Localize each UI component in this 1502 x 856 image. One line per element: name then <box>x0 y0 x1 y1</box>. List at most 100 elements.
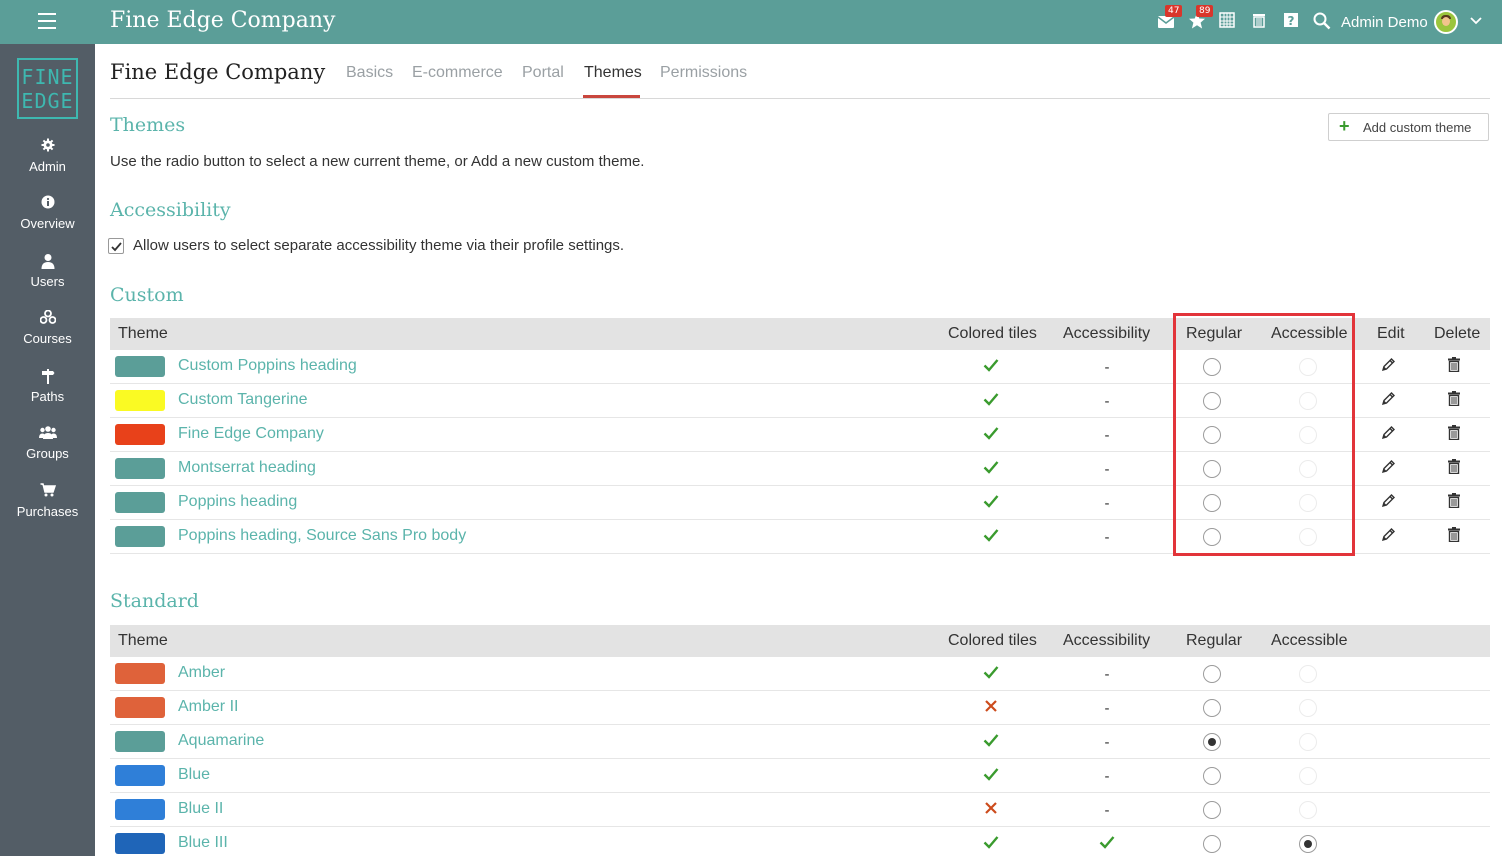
accessibility-theme-checkbox[interactable] <box>108 238 124 254</box>
check-icon <box>983 835 999 854</box>
company-logo[interactable]: FINE EDGE <box>17 58 78 119</box>
regular-radio[interactable] <box>1203 460 1221 478</box>
colored-tiles-value <box>941 520 1041 554</box>
table-row: Fine Edge Company - <box>110 418 1490 452</box>
colored-tiles-value <box>941 827 1041 856</box>
regular-radio[interactable] <box>1203 835 1221 853</box>
column-edit: Edit <box>1377 325 1405 342</box>
trash-icon[interactable] <box>1251 12 1271 32</box>
sidebar-item-admin[interactable]: Admin <box>0 138 95 176</box>
accessible-radio-cell <box>1278 827 1338 856</box>
regular-radio[interactable] <box>1203 426 1221 444</box>
theme-name-link[interactable]: Blue <box>178 766 210 784</box>
accessible-radio[interactable] <box>1299 460 1317 478</box>
dash-text: - <box>1104 528 1110 546</box>
edit-cell <box>1372 418 1404 452</box>
pencil-icon[interactable] <box>1380 459 1396 480</box>
trash-icon[interactable] <box>1447 357 1461 377</box>
theme-name-link[interactable]: Blue III <box>178 834 228 852</box>
trash-icon[interactable] <box>1447 527 1461 547</box>
regular-radio[interactable] <box>1203 494 1221 512</box>
accessible-radio[interactable] <box>1299 528 1317 546</box>
regular-radio[interactable] <box>1203 801 1221 819</box>
mail-icon[interactable]: 47 <box>1157 5 1183 32</box>
theme-name-link[interactable]: Amber II <box>178 698 238 716</box>
table-header: Theme Colored tiles Accessibility Regula… <box>110 625 1490 657</box>
tab-ecommerce[interactable]: E-commerce <box>412 64 503 82</box>
tab-permissions[interactable]: Permissions <box>660 64 747 82</box>
accessible-radio[interactable] <box>1299 835 1317 853</box>
sidebar-item-users[interactable]: Users <box>0 253 95 291</box>
theme-name-link[interactable]: Amber <box>178 664 225 682</box>
pencil-icon[interactable] <box>1380 425 1396 446</box>
theme-name-link[interactable]: Blue II <box>178 800 223 818</box>
theme-name-link[interactable]: Poppins heading <box>178 493 297 511</box>
accessible-radio[interactable] <box>1299 699 1317 717</box>
pencil-icon[interactable] <box>1380 493 1396 514</box>
accessible-radio[interactable] <box>1299 426 1317 444</box>
theme-name-link[interactable]: Custom Poppins heading <box>178 357 357 375</box>
colored-tiles-value <box>941 759 1041 793</box>
theme-name-link[interactable]: Montserrat heading <box>178 459 316 477</box>
sidebar-item-purchases[interactable]: Purchases <box>0 483 95 521</box>
color-swatch <box>115 526 165 547</box>
trash-icon[interactable] <box>1447 493 1461 513</box>
tab-themes[interactable]: Themes <box>584 64 642 82</box>
regular-radio-cell <box>1182 418 1242 452</box>
sidebar-item-paths[interactable]: Paths <box>0 368 95 406</box>
pencil-icon[interactable] <box>1380 391 1396 412</box>
notifications-icon[interactable]: 89 <box>1188 5 1214 32</box>
theme-name-link[interactable]: Custom Tangerine <box>178 391 308 409</box>
regular-radio[interactable] <box>1203 665 1221 683</box>
column-regular: Regular <box>1186 632 1243 649</box>
sidebar-item-overview[interactable]: Overview <box>0 195 95 233</box>
trash-icon[interactable] <box>1447 459 1461 479</box>
custom-heading: Custom <box>110 284 184 306</box>
accessible-radio[interactable] <box>1299 392 1317 410</box>
sidebar-item-courses[interactable]: Courses <box>0 309 95 348</box>
user-name[interactable]: Admin Demo <box>1341 14 1428 31</box>
regular-radio[interactable] <box>1203 733 1221 751</box>
help-icon[interactable]: ? <box>1283 12 1303 32</box>
column-accessible: Accessible <box>1271 325 1348 342</box>
accessible-radio[interactable] <box>1299 801 1317 819</box>
check-icon <box>1099 835 1115 854</box>
avatar[interactable] <box>1434 10 1458 34</box>
theme-name-link[interactable]: Poppins heading, Source Sans Pro body <box>178 527 466 545</box>
accessibility-value: - <box>1057 520 1157 554</box>
table-row: Poppins heading - <box>110 486 1490 520</box>
tab-basics[interactable]: Basics <box>346 64 393 82</box>
accessible-radio[interactable] <box>1299 665 1317 683</box>
regular-radio[interactable] <box>1203 392 1221 410</box>
trash-icon[interactable] <box>1447 391 1461 411</box>
add-custom-theme-button[interactable]: + Add custom theme <box>1328 113 1489 141</box>
colored-tiles-value <box>941 418 1041 452</box>
pencil-icon[interactable] <box>1380 527 1396 548</box>
search-icon[interactable] <box>1313 12 1333 32</box>
svg-text:?: ? <box>1288 14 1295 28</box>
regular-radio[interactable] <box>1203 767 1221 785</box>
accessible-radio[interactable] <box>1299 358 1317 376</box>
theme-name-link[interactable]: Fine Edge Company <box>178 425 324 443</box>
calendar-icon[interactable] <box>1219 12 1239 32</box>
colored-tiles-value <box>941 793 1041 827</box>
regular-radio-cell <box>1182 657 1242 691</box>
hamburger-menu-icon[interactable] <box>38 13 56 29</box>
trash-icon[interactable] <box>1447 425 1461 445</box>
table-row: Poppins heading, Source Sans Pro body - <box>110 520 1490 554</box>
theme-name-link[interactable]: Aquamarine <box>178 732 264 750</box>
regular-radio[interactable] <box>1203 358 1221 376</box>
pencil-icon[interactable] <box>1380 357 1396 378</box>
chevron-down-icon[interactable] <box>1469 13 1483 32</box>
accessible-radio[interactable] <box>1299 767 1317 785</box>
accessible-radio[interactable] <box>1299 494 1317 512</box>
column-theme: Theme <box>118 325 168 342</box>
tab-portal[interactable]: Portal <box>522 64 564 82</box>
regular-radio[interactable] <box>1203 699 1221 717</box>
accessible-radio[interactable] <box>1299 733 1317 751</box>
regular-radio[interactable] <box>1203 528 1221 546</box>
logo-line-2: EDGE <box>21 89 74 113</box>
color-swatch <box>115 765 165 786</box>
sidebar-item-groups[interactable]: Groups <box>0 425 95 463</box>
themes-description: Use the radio button to select a new cur… <box>110 153 645 170</box>
